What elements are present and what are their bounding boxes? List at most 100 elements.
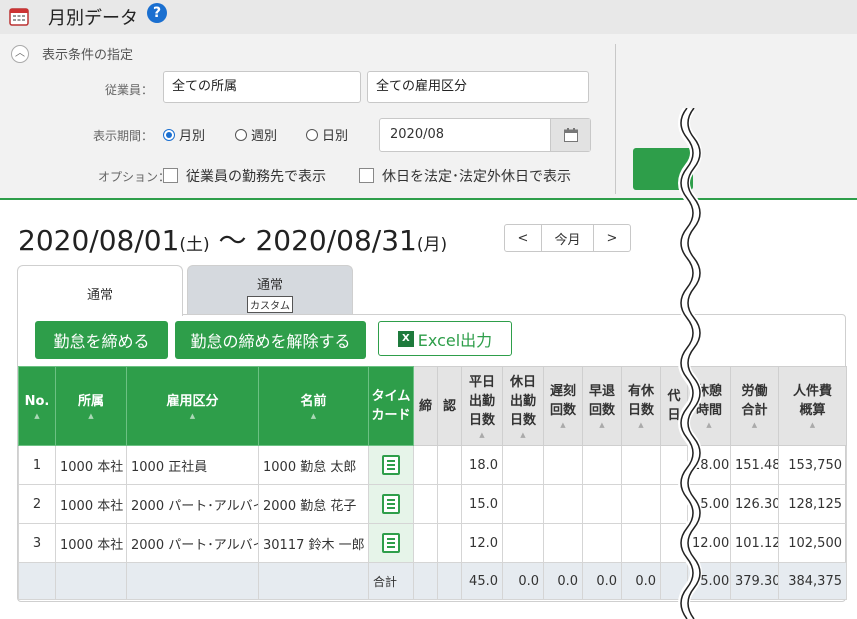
cell-holiday [502, 484, 544, 524]
col-timecard: タイム カード [368, 366, 414, 446]
cell-approve [437, 523, 462, 563]
table-row: 3 1000 本社 2000 パート･アルバイト 30117 鈴木 一郎 12.… [18, 523, 847, 563]
checkbox-label: 従業員の勤務先で表示 [186, 169, 326, 185]
period-nav: < 今月 > [504, 224, 631, 252]
employee-label: 従業員： [105, 83, 154, 97]
cell-emptype: 2000 パート･アルバイト [126, 484, 259, 524]
range-separator: ～ [209, 224, 256, 257]
cell-cost: 102,500 [778, 523, 847, 563]
prev-chevron-icon[interactable]: < [505, 225, 541, 251]
excel-icon: X [397, 330, 414, 347]
date-range: 2020/08/01(土) ～ 2020/08/31(月) [18, 219, 447, 259]
cell-name: 30117 鈴木 一郎 [258, 523, 369, 563]
close-attendance-button[interactable]: 勤怠を締める [35, 321, 168, 359]
col-name[interactable]: 名前 ▲ [258, 366, 369, 446]
cell-approve [437, 562, 462, 600]
option-workplace-checkbox[interactable]: 従業員の勤務先で表示 [163, 166, 326, 186]
total-work: 379.30 [730, 562, 779, 600]
cell-early [582, 523, 622, 563]
cell-emptype: 2000 パート･アルバイト [126, 523, 259, 563]
title-bar: 月別データ ? [0, 0, 857, 34]
excel-label: Excel出力 [417, 330, 493, 350]
cell-emptype [126, 562, 259, 600]
cell-timecard[interactable] [368, 484, 414, 524]
option-label: オプション： [98, 170, 171, 184]
conditions-heading: 表示条件の指定 [42, 48, 134, 63]
table-row: 2 1000 本社 2000 パート･アルバイト 2000 勤怠 花子 15.0… [18, 484, 847, 524]
cell-dept: 1000 本社 [55, 445, 127, 485]
this-month-button[interactable]: 今月 [541, 225, 594, 251]
help-icon[interactable]: ? [147, 3, 167, 23]
period-radio-label: 週別 [251, 129, 278, 144]
total-early: 0.0 [582, 562, 622, 600]
timecard-icon[interactable] [382, 533, 400, 553]
col-paid-leave[interactable]: 有休 日数 ▲ [621, 366, 661, 446]
calendar-icon [9, 8, 29, 26]
radio-icon [235, 129, 247, 141]
cell-late [543, 523, 583, 563]
table-row: 1 1000 本社 1000 正社員 1000 勤怠 太郎 18.0 18.00… [18, 445, 847, 485]
cell-no: 2 [18, 484, 56, 524]
col-emptype[interactable]: 雇用区分 ▲ [126, 366, 259, 446]
page-title: 月別データ [48, 8, 138, 29]
col-close: 締 [413, 366, 438, 446]
cell-early [582, 445, 622, 485]
employment-type-select[interactable]: 全ての雇用区分 [367, 71, 589, 103]
cell-no: 3 [18, 523, 56, 563]
cell-early [582, 484, 622, 524]
cell-timecard[interactable] [368, 445, 414, 485]
period-radio-label: 日別 [322, 129, 349, 144]
excel-export-button[interactable]: X Excel出力 [378, 321, 512, 356]
cell-close [413, 445, 438, 485]
cell-no [18, 562, 56, 600]
radio-selected-icon [163, 129, 175, 141]
total-cost: 384,375 [778, 562, 847, 600]
cell-cost: 128,125 [778, 484, 847, 524]
cell-close [413, 484, 438, 524]
timecard-icon[interactable] [382, 494, 400, 514]
month-input[interactable]: 2020/08 [379, 118, 591, 152]
tab-normal[interactable]: 通常 [17, 265, 183, 316]
period-radio-weekly[interactable]: 週別 [235, 125, 277, 144]
col-labor-cost[interactable]: 人件費 概算 ▲ [778, 366, 847, 446]
cell-weekday: 12.0 [461, 523, 503, 563]
table-header-row: No. ▲ 所属 ▲ 雇用区分 ▲ 名前 ▲ タイム カード 締 認 平日 出勤 日数 ▲ 休日… [18, 366, 847, 446]
total-label: 合計 [368, 562, 414, 600]
col-dept[interactable]: 所属 ▲ [55, 366, 127, 446]
radio-icon [306, 129, 318, 141]
period-radio-monthly[interactable]: 月別 [163, 125, 205, 144]
range-end: 2020/08/31 [255, 224, 417, 257]
cell-name: 1000 勤怠 太郎 [258, 445, 369, 485]
option-holiday-checkbox[interactable]: 休日を法定･法定外休日で表示 [359, 166, 571, 186]
wavy-cut-line [678, 108, 702, 619]
period-radio-label: 月別 [179, 129, 206, 144]
col-holiday-days[interactable]: 休日 出勤 日数 ▲ [502, 366, 544, 446]
calendar-picker-button[interactable] [550, 119, 590, 151]
cell-holiday [502, 445, 544, 485]
total-paid: 0.0 [621, 562, 661, 600]
checkbox-icon [163, 168, 178, 183]
checkbox-icon [359, 168, 374, 183]
tab-label: 通常 [86, 288, 113, 303]
cell-work: 101.12 [730, 523, 779, 563]
timecard-icon[interactable] [382, 455, 400, 475]
col-no[interactable]: No. ▲ [18, 366, 56, 446]
cell-close [413, 562, 438, 600]
col-weekday-days[interactable]: 平日 出勤 日数 ▲ [461, 366, 503, 446]
col-work-total[interactable]: 労働 合計 ▲ [730, 366, 779, 446]
unclose-attendance-button[interactable]: 勤怠の締めを解除する [175, 321, 366, 359]
calendar-icon [564, 128, 578, 142]
cell-approve [437, 445, 462, 485]
collapse-chevron-icon[interactable]: ︿ [11, 45, 29, 63]
department-select[interactable]: 全ての所属 [163, 71, 361, 103]
tab-normal-custom[interactable]: 通常 カスタム [187, 265, 353, 315]
checkbox-label: 休日を法定･法定外休日で表示 [382, 169, 571, 185]
cell-timecard[interactable] [368, 523, 414, 563]
total-late: 0.0 [543, 562, 583, 600]
cell-paid [621, 445, 661, 485]
col-early-count[interactable]: 早退 回数 ▲ [582, 366, 622, 446]
col-late-count[interactable]: 遅刻 回数 ▲ [543, 366, 583, 446]
next-chevron-icon[interactable]: > [594, 225, 630, 251]
col-approve: 認 [437, 366, 462, 446]
period-radio-daily[interactable]: 日別 [306, 125, 348, 144]
